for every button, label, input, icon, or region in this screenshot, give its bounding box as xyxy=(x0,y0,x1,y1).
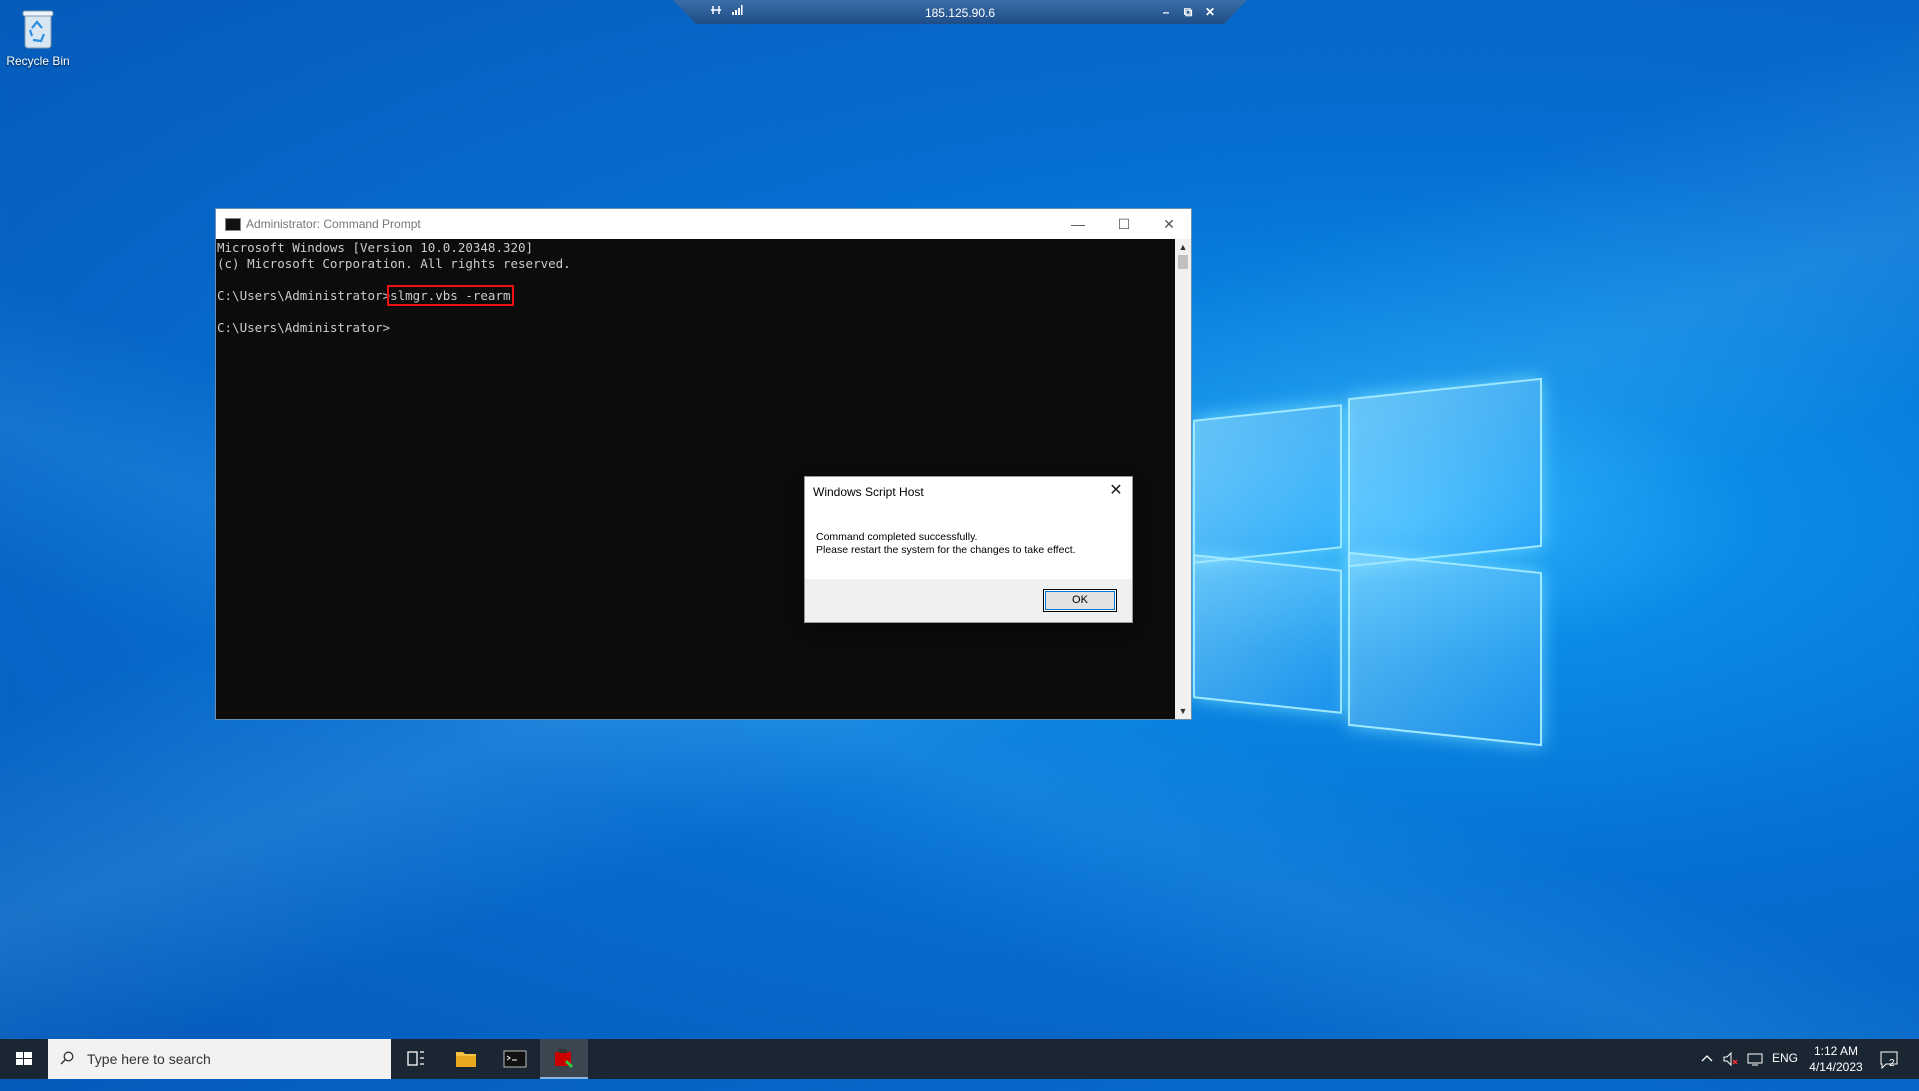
dialog-footer: OK xyxy=(805,579,1132,622)
network-icon xyxy=(1747,1053,1763,1066)
windows-start-icon xyxy=(16,1052,32,1065)
file-explorer-button[interactable] xyxy=(442,1039,490,1079)
volume-muted-button[interactable] xyxy=(1722,1051,1740,1091)
rdp-minimize-button[interactable]: – xyxy=(1157,3,1175,21)
dialog-message-line: Please restart the system for the change… xyxy=(816,544,1076,556)
server-manager-icon xyxy=(555,1049,574,1069)
notification-count-badge: 2 xyxy=(1889,1058,1895,1069)
rdp-close-button[interactable]: ✕ xyxy=(1201,3,1219,21)
console-prompt: C:\Users\Administrator> xyxy=(217,320,391,335)
console-command-line: C:\Users\Administrator>slmgr.vbs -rearm xyxy=(217,285,514,306)
task-view-button[interactable] xyxy=(391,1039,439,1079)
cmd-close-button[interactable]: ✕ xyxy=(1146,209,1192,239)
clock-time: 1:12 AM xyxy=(1813,1044,1859,1058)
taskbar-search-box[interactable]: Type here to search xyxy=(48,1039,391,1079)
dialog-title: Windows Script Host xyxy=(813,485,924,499)
action-center-button[interactable]: 2 xyxy=(1878,1049,1900,1071)
scroll-up-icon[interactable]: ▲ xyxy=(1175,239,1191,255)
input-language-indicator[interactable]: ENG xyxy=(1772,1051,1798,1091)
dialog-close-button[interactable]: ✕ xyxy=(1106,481,1126,501)
show-hidden-icons-button[interactable] xyxy=(1699,1051,1715,1091)
cmd-window-title: Administrator: Command Prompt xyxy=(246,217,421,231)
network-button[interactable] xyxy=(1746,1051,1764,1091)
search-placeholder: Type here to search xyxy=(87,1051,211,1067)
rdp-restore-button[interactable]: ⧉ xyxy=(1179,3,1197,21)
task-view-icon xyxy=(407,1051,424,1066)
clock-date: 4/14/2023 xyxy=(1809,1060,1863,1074)
remote-desktop-connection-bar[interactable]: 185.125.90.6 – ⧉ ✕ xyxy=(673,0,1247,24)
recycle-bin-label: Recycle Bin xyxy=(6,54,70,68)
chevron-up-icon xyxy=(1701,1055,1713,1062)
scrollbar-thumb[interactable] xyxy=(1178,255,1188,269)
console-command-highlighted: slmgr.vbs -rearm xyxy=(387,285,514,306)
start-button[interactable] xyxy=(0,1039,48,1079)
server-manager-taskbar-button[interactable] xyxy=(540,1039,588,1079)
cmd-titlebar[interactable]: Administrator: Command Prompt — ☐ ✕ xyxy=(216,209,1191,239)
volume-muted-icon xyxy=(1723,1051,1738,1067)
console-prompt: C:\Users\Administrator> xyxy=(217,288,391,303)
dialog-message: Command completed successfully. Please r… xyxy=(816,531,1076,557)
taskbar: Type here to search ENG 1:12 AM 4/14/202… xyxy=(0,1039,1919,1079)
cmd-minimize-button[interactable]: — xyxy=(1055,209,1101,239)
recycle-bin-icon xyxy=(18,6,58,50)
windows-logo-wallpaper xyxy=(1193,377,1543,747)
folder-icon xyxy=(456,1052,476,1067)
search-icon xyxy=(60,1051,74,1065)
command-prompt-window[interactable]: Administrator: Command Prompt — ☐ ✕ Micr… xyxy=(215,208,1192,720)
windows-script-host-dialog[interactable]: Windows Script Host ✕ Command completed … xyxy=(804,476,1133,623)
command-prompt-taskbar-button[interactable] xyxy=(491,1039,539,1079)
cmd-app-icon xyxy=(225,218,241,231)
taskbar-clock[interactable]: 1:12 AM 4/14/2023 xyxy=(1806,1043,1866,1075)
cmd-maximize-button[interactable]: ☐ xyxy=(1101,209,1147,239)
recycle-bin[interactable]: Recycle Bin xyxy=(4,6,72,68)
console-line: Microsoft Windows [Version 10.0.20348.32… xyxy=(217,240,534,255)
dialog-message-line: Command completed successfully. xyxy=(816,531,978,543)
scroll-down-icon[interactable]: ▼ xyxy=(1175,703,1191,719)
cmd-icon xyxy=(503,1050,527,1068)
ok-button[interactable]: OK xyxy=(1043,589,1117,612)
console-line: (c) Microsoft Corporation. All rights re… xyxy=(217,256,571,271)
cmd-scrollbar[interactable]: ▲ ▼ xyxy=(1175,239,1191,719)
